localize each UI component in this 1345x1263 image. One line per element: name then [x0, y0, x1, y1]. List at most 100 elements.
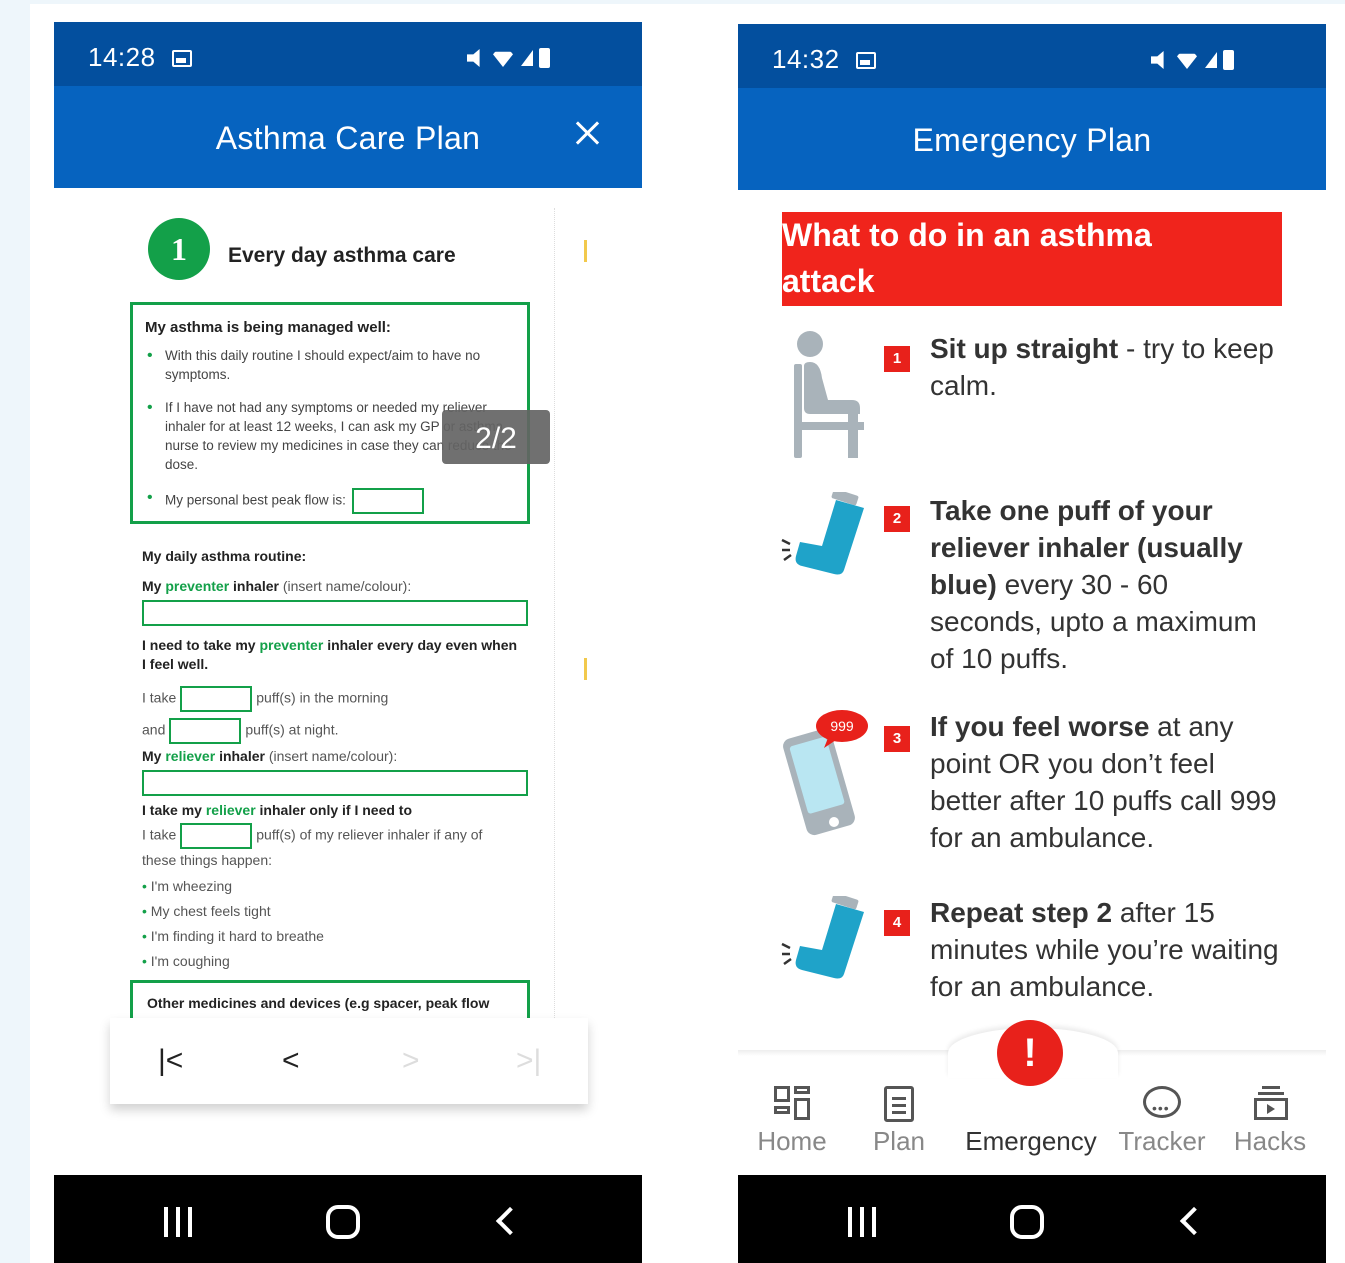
step-text: Repeat step 2 after 15 minutes while you… — [930, 894, 1280, 1005]
signal-icon — [1205, 52, 1217, 68]
app-header: Asthma Care Plan — [54, 86, 642, 188]
symptom-item: I'm finding it hard to breathe — [142, 928, 324, 944]
text: puff(s) at night. — [245, 721, 339, 738]
tab-label: Emergency — [965, 1126, 1097, 1156]
wifi-icon — [491, 51, 515, 67]
status-icons — [1151, 50, 1234, 70]
text: I take — [142, 826, 177, 843]
page-top-margin — [0, 0, 1345, 4]
page-marker — [584, 240, 587, 262]
peak-flow-label: My personal best peak flow is: — [165, 492, 346, 508]
inhaler-icon — [781, 492, 864, 575]
list-item: My personal best peak flow is: — [145, 488, 515, 514]
mute-icon — [1151, 51, 1164, 69]
home-icon — [772, 1084, 812, 1124]
close-icon[interactable] — [574, 120, 602, 148]
text: My — [142, 578, 162, 594]
back-icon[interactable] — [1179, 1206, 1209, 1236]
highlight-word: preventer — [259, 637, 324, 653]
previous-page-button[interactable]: < — [282, 1044, 300, 1078]
emergency-content[interactable]: What to do in an asthma attack 1 Sit up … — [738, 190, 1326, 1175]
text: I take my — [142, 802, 202, 818]
reliever-puffs-field[interactable] — [180, 823, 253, 849]
page-left-margin — [0, 0, 30, 1263]
video-stack-icon — [1250, 1084, 1290, 1124]
status-icons — [467, 48, 550, 68]
step-bold: Sit up straight — [930, 333, 1119, 364]
routine-heading: My daily asthma routine: — [142, 548, 307, 564]
highlight-word: reliever — [205, 802, 256, 818]
system-nav-bar — [738, 1175, 1326, 1263]
tab-label: Plan — [872, 1126, 926, 1156]
reliever-dose-row: I take puff(s) of my reliever inhaler if … — [142, 823, 482, 849]
night-dose-row: and puff(s) at night. — [142, 718, 339, 744]
reliever-name-field[interactable] — [142, 770, 528, 796]
inhaler-icon — [781, 896, 864, 979]
tab-home[interactable]: Home — [752, 1084, 832, 1157]
document-viewer[interactable]: 1 Every day asthma care My asthma is bei… — [54, 188, 642, 1173]
battery-icon — [539, 48, 550, 68]
system-nav-bar — [54, 1175, 642, 1263]
tab-hacks[interactable]: Hacks — [1228, 1084, 1312, 1157]
morning-puffs-field[interactable] — [180, 686, 253, 712]
step-text: Sit up straight - try to keep calm. — [930, 330, 1280, 404]
home-nav-icon[interactable] — [1010, 1205, 1044, 1239]
page-title: Asthma Care Plan — [215, 120, 481, 156]
home-nav-icon[interactable] — [326, 1205, 360, 1239]
bottom-tab-bar: ! Home Plan Emergency ••• Tracker Hacks — [738, 1020, 1326, 1175]
first-page-button[interactable]: |< — [158, 1044, 183, 1078]
tab-tracker[interactable]: ••• Tracker — [1112, 1084, 1212, 1157]
clipboard-icon — [879, 1084, 919, 1124]
back-icon[interactable] — [495, 1206, 525, 1236]
step-number-badge: 4 — [884, 910, 910, 936]
status-time: 14:32 — [772, 44, 840, 74]
text: and — [142, 721, 166, 738]
gallery-icon — [856, 52, 876, 69]
preventer-label: My preventer inhaler (insert name/colour… — [142, 578, 411, 594]
symptom-item: I'm wheezing — [142, 878, 232, 894]
banner-line: What to do in an asthma — [782, 217, 1152, 253]
wifi-icon — [1175, 53, 1199, 69]
last-page-button[interactable]: >| — [516, 1044, 541, 1078]
document-page: 1 Every day asthma care My asthma is bei… — [130, 208, 560, 1053]
page-title: Emergency Plan — [912, 122, 1152, 158]
preventer-name-field[interactable] — [142, 600, 528, 626]
highlight-word: reliever — [165, 748, 216, 764]
reliever-instruction: I take my reliever inhaler only if I nee… — [142, 802, 412, 818]
symptom-item: I'm coughing — [142, 953, 230, 969]
phone-call-icon: 999 — [783, 710, 868, 836]
tab-plan[interactable]: Plan — [864, 1084, 934, 1157]
recents-icon[interactable] — [848, 1207, 880, 1237]
page-marker — [584, 658, 587, 680]
next-page-button[interactable]: > — [402, 1044, 420, 1078]
recents-icon[interactable] — [164, 1207, 196, 1237]
exclamation-icon[interactable]: ! — [997, 1020, 1063, 1086]
symptom-item: My chest feels tight — [142, 903, 271, 919]
banner-line: attack — [782, 263, 875, 299]
text: puff(s) in the morning — [256, 689, 389, 706]
step-text: Take one puff of your reliever inhaler (… — [930, 492, 1280, 677]
step-number-badge: 1 — [884, 346, 910, 372]
tab-emergency[interactable]: Emergency — [956, 1084, 1106, 1157]
text: inhaler — [219, 748, 265, 764]
phone-screen-emergency: 14:32 Emergency Plan What to do in an as… — [738, 24, 1326, 1263]
step-number-badge: 3 — [884, 726, 910, 752]
reliever-label: My reliever inhaler (insert name/colour)… — [142, 748, 397, 764]
morning-dose-row: I take puff(s) in the morning — [142, 686, 388, 712]
chat-bubble-icon: ••• — [1142, 1084, 1182, 1124]
attack-banner: What to do in an asthma attack — [782, 212, 1282, 306]
tab-icon-spacer — [1011, 1084, 1051, 1124]
text: inhaler — [233, 578, 279, 594]
peak-flow-field[interactable] — [351, 488, 424, 514]
reliever-dose-row-cont: these things happen: — [142, 852, 272, 868]
status-bar: 14:28 — [54, 22, 642, 86]
night-puffs-field[interactable] — [169, 718, 242, 744]
status-time: 14:28 — [88, 42, 156, 72]
tab-label: Hacks — [1233, 1126, 1307, 1156]
signal-icon — [521, 50, 533, 66]
tab-label: Tracker — [1118, 1126, 1206, 1156]
step-title: Every day asthma care — [228, 244, 456, 267]
text: puff(s) of my reliever inhaler if any of — [256, 826, 483, 843]
managed-well-heading: My asthma is being managed well: — [145, 319, 391, 336]
step-number-badge: 2 — [884, 506, 910, 532]
